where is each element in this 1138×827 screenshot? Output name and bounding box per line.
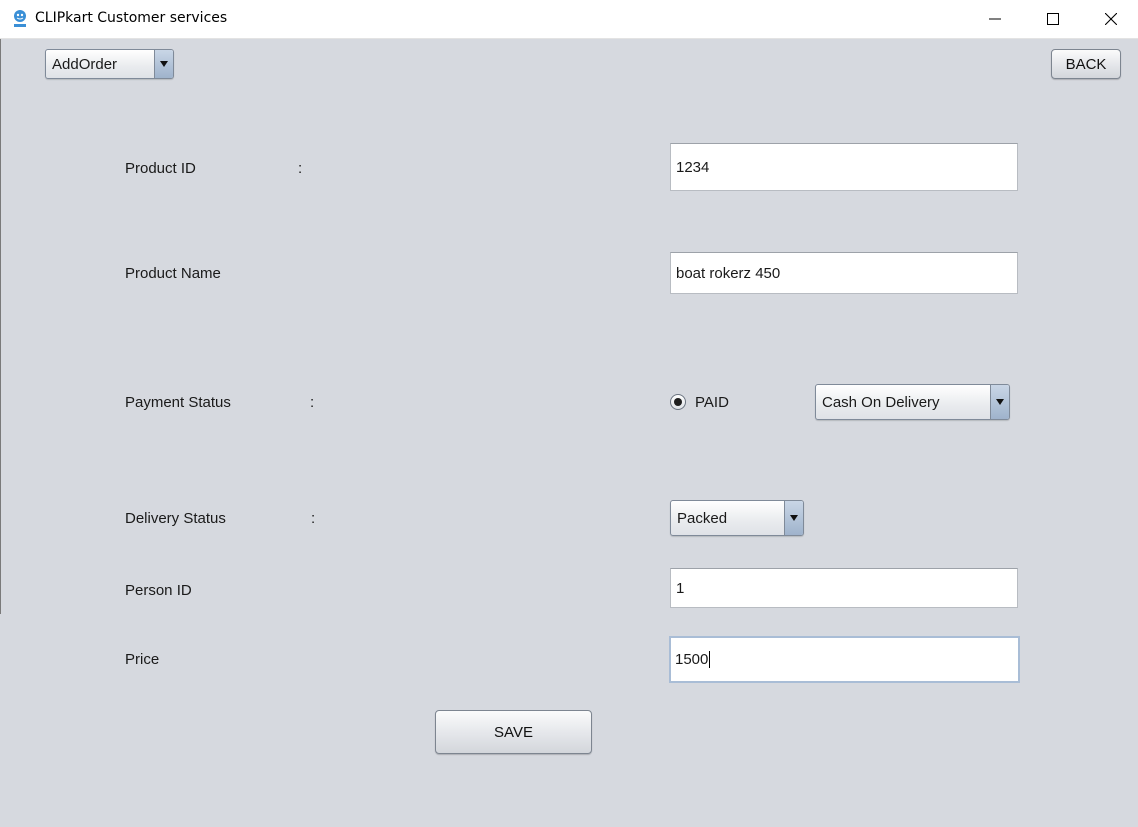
back-button[interactable]: BACK: [1051, 49, 1121, 79]
delivery-status-colon: :: [311, 510, 316, 527]
close-button[interactable]: [1082, 0, 1138, 38]
payment-method-select[interactable]: Cash On Delivery: [815, 384, 1010, 420]
text-caret: [709, 651, 711, 668]
price-value: 1500: [675, 651, 709, 668]
delivery-status-label: Delivery Status: [125, 510, 226, 527]
paid-radio-label[interactable]: PAID: [695, 394, 729, 411]
app-icon: [12, 9, 28, 29]
product-name-value: boat rokerz 450: [676, 264, 781, 282]
window-title: CLIPkart Customer services: [35, 10, 228, 26]
chevron-down-icon: [784, 501, 803, 535]
save-button[interactable]: SAVE: [435, 710, 592, 754]
menu-select[interactable]: AddOrder: [45, 49, 174, 79]
menu-select-value: AddOrder: [52, 56, 118, 73]
person-id-label: Person ID: [125, 582, 192, 599]
person-id-value: 1: [676, 579, 685, 597]
minimize-icon: [989, 18, 1001, 20]
minimize-button[interactable]: [966, 0, 1024, 38]
paid-radio[interactable]: [670, 394, 686, 410]
chevron-down-icon: [990, 385, 1009, 419]
person-id-input[interactable]: 1: [670, 568, 1018, 608]
product-id-input[interactable]: 1234: [670, 143, 1018, 191]
payment-status-label: Payment Status: [125, 394, 231, 411]
price-input[interactable]: 1500: [669, 636, 1020, 683]
delivery-status-value: Packed: [677, 510, 728, 527]
delivery-status-select[interactable]: Packed: [670, 500, 804, 536]
product-name-input[interactable]: boat rokerz 450: [670, 252, 1018, 294]
product-id-value: 1234: [676, 158, 710, 176]
maximize-icon: [1047, 13, 1059, 25]
chevron-down-icon: [154, 50, 173, 78]
payment-status-colon: :: [310, 394, 315, 411]
radio-selected-dot: [674, 398, 682, 406]
window-left-edge: [0, 39, 1, 614]
title-bar: CLIPkart Customer services: [0, 0, 1138, 39]
product-id-colon: :: [298, 160, 303, 177]
close-icon: [1105, 13, 1117, 25]
product-id-label: Product ID: [125, 160, 196, 177]
maximize-button[interactable]: [1024, 0, 1082, 38]
product-name-label: Product Name: [125, 265, 221, 282]
payment-method-value: Cash On Delivery: [822, 394, 940, 411]
price-label: Price: [125, 651, 160, 668]
